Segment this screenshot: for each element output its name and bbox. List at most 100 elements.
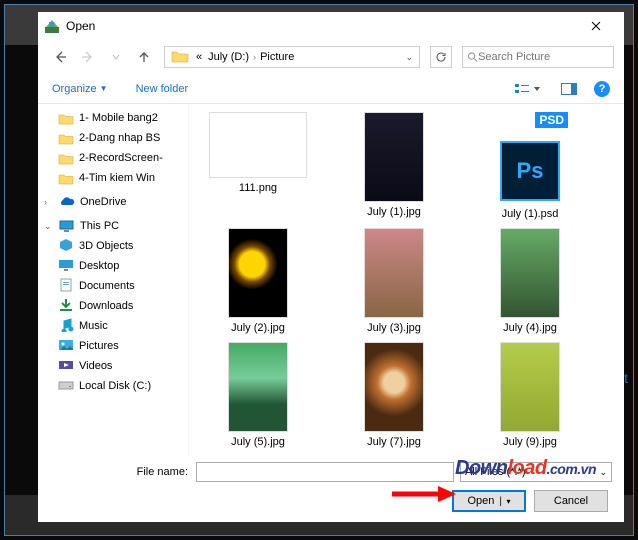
sidebar-item-label: Local Disk (C:)	[79, 380, 151, 392]
dialog-title: Open	[66, 19, 576, 33]
sidebar-item-label: 3D Objects	[79, 240, 133, 252]
file-item[interactable]: July (2).jpg	[193, 228, 323, 334]
sidebar-item-label: Music	[79, 320, 108, 332]
sidebar-item-label: OneDrive	[80, 196, 126, 208]
preview-pane-button[interactable]	[552, 79, 586, 99]
arrow-right-icon	[81, 50, 95, 64]
sidebar-pc-item[interactable]: Music	[38, 316, 188, 336]
file-thumbnail: PSDPs	[492, 112, 568, 204]
sidebar-item-label: This PC	[80, 220, 119, 232]
chevron-down-icon	[112, 53, 120, 61]
folder-icon	[58, 112, 74, 125]
file-name-label: July (9).jpg	[503, 436, 557, 448]
sidebar-item-label: 2-RecordScreen-	[79, 152, 163, 164]
file-thumbnail	[228, 228, 288, 318]
sidebar-onedrive[interactable]: › OneDrive	[38, 192, 188, 212]
sidebar-pc-item[interactable]: Pictures	[38, 336, 188, 356]
sidebar-item-label: Videos	[79, 360, 112, 372]
sidebar-pc-item[interactable]: Videos	[38, 356, 188, 376]
file-item[interactable]: July (3).jpg	[329, 228, 459, 334]
chevron-down-icon: ⌄	[599, 467, 607, 478]
sidebar-quick-item[interactable]: 4-Tim kiem Win	[38, 168, 188, 188]
nav-up-button[interactable]	[132, 45, 156, 69]
folder-icon	[171, 49, 189, 65]
file-name-label: July (2).jpg	[231, 322, 285, 334]
filename-label: File name:	[50, 466, 190, 478]
sidebar-item-label: 4-Tim kiem Win	[79, 172, 155, 184]
open-button[interactable]: Open▏▾	[452, 490, 526, 512]
sidebar-item-label: 1- Mobile bang2	[79, 112, 158, 124]
nav-forward-button[interactable]	[76, 45, 100, 69]
search-icon	[467, 51, 478, 63]
breadcrumb-drive[interactable]: July (D:)	[205, 51, 252, 63]
chevron-down-icon: ▼	[100, 84, 108, 93]
sidebar-quick-item[interactable]: 2-Dang nhap BS	[38, 128, 188, 148]
sidebar-item-label: Desktop	[79, 260, 119, 272]
file-item[interactable]: July (5).jpg	[193, 342, 323, 448]
arrow-left-icon	[53, 50, 67, 64]
breadcrumb-bar[interactable]: « July (D:) › Picture ⌄	[164, 46, 420, 68]
filename-row: File name: All Files (*.*) ⌄	[50, 462, 612, 482]
sidebar-pc-item[interactable]: 3D Objects	[38, 236, 188, 256]
sidebar-this-pc[interactable]: ⌄ This PC	[38, 216, 188, 236]
open-file-dialog: Open « July (D:) › Picture ⌄ Organize▼ N…	[38, 12, 624, 522]
sidebar-item-label: 2-Dang nhap BS	[79, 132, 160, 144]
titlebar: Open	[38, 12, 624, 40]
file-list-pane[interactable]: 111.pngJuly (1).jpgPSDPsJuly (1).psdJuly…	[188, 104, 624, 456]
sidebar-pc-item[interactable]: Desktop	[38, 256, 188, 276]
file-name-label: July (7).jpg	[367, 436, 421, 448]
sidebar-quick-item[interactable]: 2-RecordScreen-	[38, 148, 188, 168]
close-button[interactable]	[576, 14, 616, 38]
file-item[interactable]: July (7).jpg	[329, 342, 459, 448]
organize-menu[interactable]: Organize▼	[52, 83, 108, 95]
view-options-button[interactable]	[510, 79, 544, 99]
toolbar: Organize▼ New folder ?	[38, 74, 624, 104]
file-item[interactable]: 111.png	[193, 112, 323, 220]
file-thumbnail	[364, 342, 424, 432]
split-indicator-icon: ▏▾	[500, 497, 510, 506]
dialog-body: 1- Mobile bang2 2-Dang nhap BS 2-RecordScr…	[38, 104, 624, 456]
preview-icon	[561, 83, 577, 95]
file-name-label: 111.png	[239, 182, 277, 194]
toolbar-right: ?	[510, 79, 610, 99]
sidebar-pc-item[interactable]: Downloads	[38, 296, 188, 316]
psd-badge: PSD	[535, 112, 568, 128]
file-thumbnail	[500, 228, 560, 318]
organize-label: Organize	[52, 83, 97, 95]
folder-icon	[58, 152, 74, 165]
disk-icon	[58, 378, 74, 395]
file-thumbnail	[364, 228, 424, 318]
file-item[interactable]: PSDPsJuly (1).psd	[465, 112, 595, 220]
file-name-label: July (4).jpg	[503, 322, 557, 334]
file-thumbnail	[364, 112, 424, 202]
pc-icon	[59, 220, 75, 232]
new-folder-button[interactable]: New folder	[136, 83, 189, 95]
breadcrumb-dropdown[interactable]: ⌄	[401, 52, 417, 63]
refresh-icon	[435, 51, 447, 63]
address-bar-row: « July (D:) › Picture ⌄	[38, 40, 624, 74]
sidebar-quick-item[interactable]: 1- Mobile bang2	[38, 108, 188, 128]
music-icon	[58, 318, 74, 335]
sidebar-pc-item[interactable]: Documents	[38, 276, 188, 296]
refresh-button[interactable]	[430, 46, 452, 68]
file-thumbnail	[500, 342, 560, 432]
file-thumbnail	[228, 342, 288, 432]
desktop-icon	[58, 258, 74, 275]
breadcrumb-folder[interactable]: Picture	[257, 51, 297, 63]
3d-icon	[58, 238, 74, 255]
dialog-footer: File name: All Files (*.*) ⌄ Open▏▾ Canc…	[38, 456, 624, 522]
sidebar-item-label: Pictures	[79, 340, 119, 352]
sidebar-pc-item[interactable]: Local Disk (C:)	[38, 376, 188, 396]
arrow-up-icon	[137, 50, 151, 64]
search-input[interactable]	[478, 51, 609, 63]
file-item[interactable]: July (4).jpg	[465, 228, 595, 334]
file-item[interactable]: July (9).jpg	[465, 342, 595, 448]
filename-input[interactable]	[196, 462, 454, 482]
nav-back-button[interactable]	[48, 45, 72, 69]
cancel-button[interactable]: Cancel	[534, 490, 608, 512]
file-item[interactable]: July (1).jpg	[329, 112, 459, 220]
help-button[interactable]: ?	[594, 81, 610, 97]
search-box[interactable]	[462, 46, 614, 68]
nav-recent-button[interactable]	[104, 45, 128, 69]
file-type-filter[interactable]: All Files (*.*) ⌄	[460, 462, 612, 482]
